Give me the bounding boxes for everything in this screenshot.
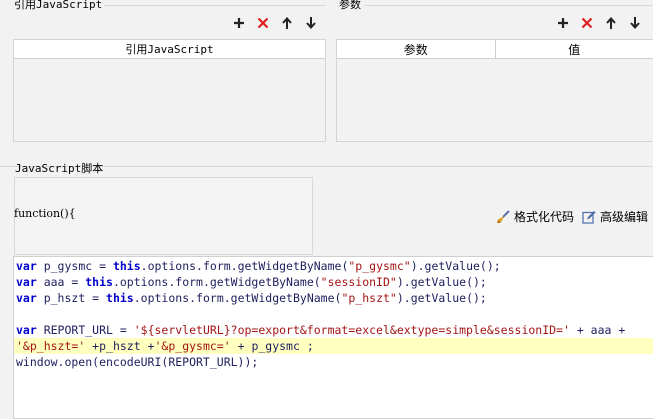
js-reference-group-line bbox=[104, 5, 326, 6]
delete-icon[interactable] bbox=[255, 15, 271, 31]
params-group-line bbox=[364, 5, 653, 6]
move-down-icon[interactable] bbox=[303, 15, 319, 31]
code-line-current: '&p_hszt=' +p_hszt +'&p_gysmc=' + p_gysm… bbox=[14, 338, 653, 354]
code-editor[interactable]: var p_gysmc = this.options.form.getWidge… bbox=[13, 256, 653, 419]
code-line: var REPORT_URL = '${servletURL}?op=expor… bbox=[16, 323, 626, 337]
script-section-label: JavaScript脚本 bbox=[15, 162, 104, 175]
move-up-icon[interactable] bbox=[279, 15, 295, 31]
move-up-icon[interactable] bbox=[603, 15, 619, 31]
edit-icon bbox=[582, 210, 596, 224]
delete-icon[interactable] bbox=[579, 15, 595, 31]
code-line: var p_gysmc = this.options.form.getWidge… bbox=[16, 259, 501, 273]
add-icon[interactable] bbox=[555, 15, 571, 31]
column-header-js-reference[interactable]: 引用JavaScript bbox=[14, 40, 325, 58]
format-code-label: 格式化代码 bbox=[514, 210, 575, 224]
code-line: window.open(encodeURI(REPORT_URL)); bbox=[16, 355, 259, 369]
advanced-edit-button[interactable]: 高级编辑 bbox=[582, 208, 648, 225]
js-reference-table[interactable]: 引用JavaScript bbox=[13, 39, 326, 142]
params-toolbar bbox=[555, 15, 643, 31]
js-reference-toolbar bbox=[231, 15, 319, 31]
params-label: 参数 bbox=[339, 0, 361, 11]
function-header-text: function(){ bbox=[14, 207, 76, 220]
code-line: var aaa = this.options.form.getWidgetByN… bbox=[16, 275, 487, 289]
js-reference-table-header: 引用JavaScript bbox=[14, 40, 325, 59]
params-table[interactable]: 参数 值 bbox=[336, 39, 653, 142]
add-icon[interactable] bbox=[231, 15, 247, 31]
code-line: var p_hszt = this.options.form.getWidget… bbox=[16, 291, 487, 305]
column-header-value[interactable]: 值 bbox=[494, 40, 653, 58]
column-header-param[interactable]: 参数 bbox=[337, 40, 495, 58]
move-down-icon[interactable] bbox=[627, 15, 643, 31]
params-table-header: 参数 值 bbox=[337, 40, 653, 59]
advanced-edit-label: 高级编辑 bbox=[600, 210, 649, 224]
format-code-button[interactable]: 格式化代码 bbox=[496, 208, 574, 225]
broom-icon bbox=[497, 209, 510, 223]
js-reference-label: 引用JavaScript bbox=[14, 0, 103, 11]
